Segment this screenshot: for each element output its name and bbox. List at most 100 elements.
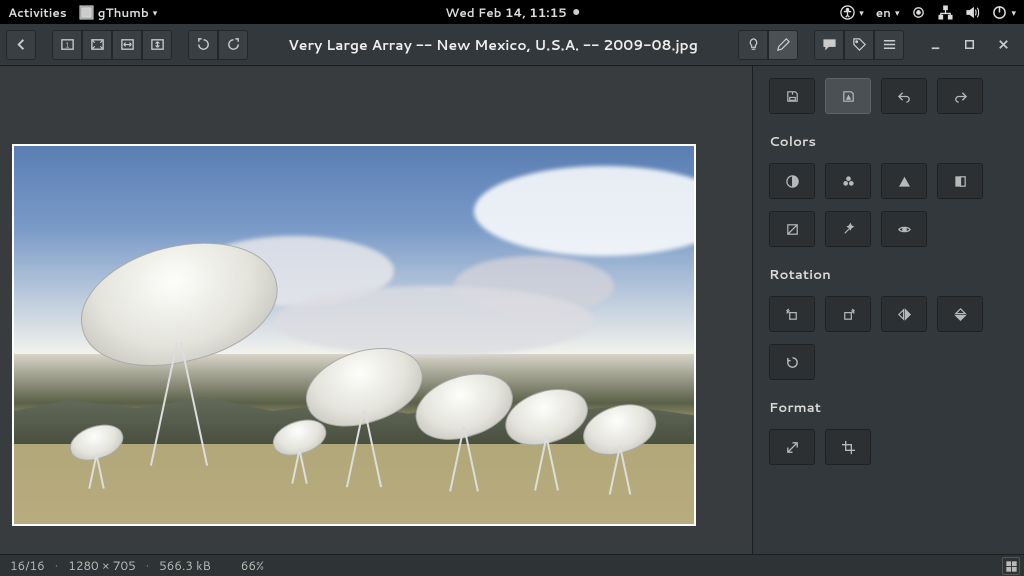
maximize-icon	[962, 37, 977, 52]
status-dimensions: 1280 × 705	[68, 557, 136, 574]
power-icon	[992, 5, 1007, 20]
file-actions-row	[769, 78, 1008, 114]
hamburger-icon	[882, 37, 897, 52]
gthumb-app-icon	[79, 5, 94, 20]
zoom-actual-button[interactable]: 1	[52, 30, 82, 60]
window-title: Very Large Array -- New Mexico, U.S.A. -…	[252, 35, 734, 55]
thumbnail-pane-toggle[interactable]	[1002, 557, 1020, 575]
status-bar: 16/16 · 1280 × 705 · 566.3 kB 66%	[0, 554, 1024, 576]
flip-vertical-button[interactable]	[937, 296, 983, 332]
app-toolbar: 1 Very Large Array -- New Mexico, U.S.A.…	[0, 24, 1024, 66]
rotate-right-quick-button[interactable]	[218, 30, 248, 60]
negative-button[interactable]	[769, 211, 815, 247]
enhance-button[interactable]	[825, 211, 871, 247]
clock[interactable]: Wed Feb 14, 11:15	[445, 4, 579, 21]
pencil-icon	[776, 37, 791, 52]
rotate-left-icon	[196, 37, 211, 52]
undo-button[interactable]	[881, 78, 927, 114]
system-top-bar: Activities gThumb ▾ Wed Feb 14, 11:15 ▾ …	[0, 0, 1024, 24]
zoom-fit-height-button[interactable]	[142, 30, 172, 60]
lightbulb-icon	[746, 37, 761, 52]
status-index: 16/16	[10, 557, 45, 574]
input-language-menu[interactable]: en▾	[876, 4, 900, 21]
redo-icon	[953, 89, 968, 104]
zoom-fit-width-button[interactable]	[112, 30, 142, 60]
rotate-cw-icon	[841, 307, 856, 322]
histogram-icon	[897, 174, 912, 189]
flip-h-icon	[897, 307, 912, 322]
save-button[interactable]	[769, 78, 815, 114]
zoom-mode-group: 1	[52, 30, 172, 60]
negative-icon	[785, 222, 800, 237]
contrast-icon	[785, 174, 800, 189]
magic-wand-icon	[841, 222, 856, 237]
comment-button[interactable]	[814, 30, 844, 60]
chevron-down-icon: ▾	[153, 6, 158, 19]
main-area: Colors Rotation Format	[0, 66, 1024, 554]
save-as-icon	[841, 89, 856, 104]
fit-width-icon	[120, 37, 135, 52]
speech-bubble-icon	[822, 37, 837, 52]
chevron-down-icon: ▾	[859, 6, 864, 19]
rotate-right-icon	[226, 37, 241, 52]
resize-icon	[785, 440, 800, 455]
back-button[interactable]	[6, 30, 36, 60]
adjust-contrast-button[interactable]	[769, 163, 815, 199]
svg-text:1: 1	[65, 41, 69, 50]
equalize-button[interactable]	[881, 163, 927, 199]
volume-icon[interactable]	[965, 5, 980, 20]
fit-screen-icon	[90, 37, 105, 52]
grid-small-icon	[1004, 559, 1019, 574]
status-filesize: 566.3 kB	[159, 557, 211, 574]
adjust-colors-button[interactable]	[825, 163, 871, 199]
flip-v-icon	[953, 307, 968, 322]
network-wired-icon[interactable]	[938, 5, 953, 20]
rotation-heading: Rotation	[769, 265, 1008, 284]
window-maximize-button[interactable]	[954, 30, 984, 60]
redo-button[interactable]	[937, 78, 983, 114]
rotate-left-button[interactable]	[769, 296, 815, 332]
edit-tools-button[interactable]	[768, 30, 798, 60]
properties-button[interactable]	[738, 30, 768, 60]
metadata-group	[814, 30, 904, 60]
tag-icon	[852, 37, 867, 52]
window-minimize-button[interactable]	[920, 30, 950, 60]
rotate-left-quick-button[interactable]	[188, 30, 218, 60]
rotate-right-button[interactable]	[825, 296, 871, 332]
record-indicator-icon[interactable]	[911, 5, 926, 20]
resize-button[interactable]	[769, 429, 815, 465]
fit-height-icon	[150, 37, 165, 52]
edit-mode-group	[738, 30, 798, 60]
rotate-ccw-icon	[785, 307, 800, 322]
window-close-button[interactable]	[988, 30, 1018, 60]
activities-button[interactable]: Activities	[8, 4, 67, 21]
minimize-icon	[928, 37, 943, 52]
image-viewer[interactable]	[0, 66, 752, 554]
format-heading: Format	[769, 398, 1008, 417]
one-to-one-icon: 1	[60, 37, 75, 52]
edit-side-panel: Colors Rotation Format	[752, 66, 1024, 554]
free-rotate-button[interactable]	[769, 344, 815, 380]
colors-heading: Colors	[769, 132, 1008, 151]
status-zoom: 66%	[241, 557, 264, 574]
system-menu[interactable]: ▾	[992, 5, 1016, 20]
desaturate-button[interactable]	[937, 163, 983, 199]
chevron-left-icon	[14, 37, 29, 52]
menu-button[interactable]	[874, 30, 904, 60]
chevron-down-icon: ▾	[1011, 6, 1016, 19]
flip-horizontal-button[interactable]	[881, 296, 927, 332]
notification-dot-icon	[573, 9, 579, 15]
accessibility-menu[interactable]: ▾	[840, 5, 864, 20]
chevron-down-icon: ▾	[895, 6, 900, 19]
app-menu-button[interactable]: gThumb ▾	[79, 4, 158, 21]
rotate-quick-group	[188, 30, 248, 60]
red-eye-button[interactable]	[881, 211, 927, 247]
tags-button[interactable]	[844, 30, 874, 60]
zoom-fit-button[interactable]	[82, 30, 112, 60]
accessibility-icon	[840, 5, 855, 20]
rotate-free-icon	[785, 355, 800, 370]
crop-icon	[841, 440, 856, 455]
crop-button[interactable]	[825, 429, 871, 465]
save-as-button[interactable]	[825, 78, 871, 114]
image-content	[12, 144, 696, 526]
